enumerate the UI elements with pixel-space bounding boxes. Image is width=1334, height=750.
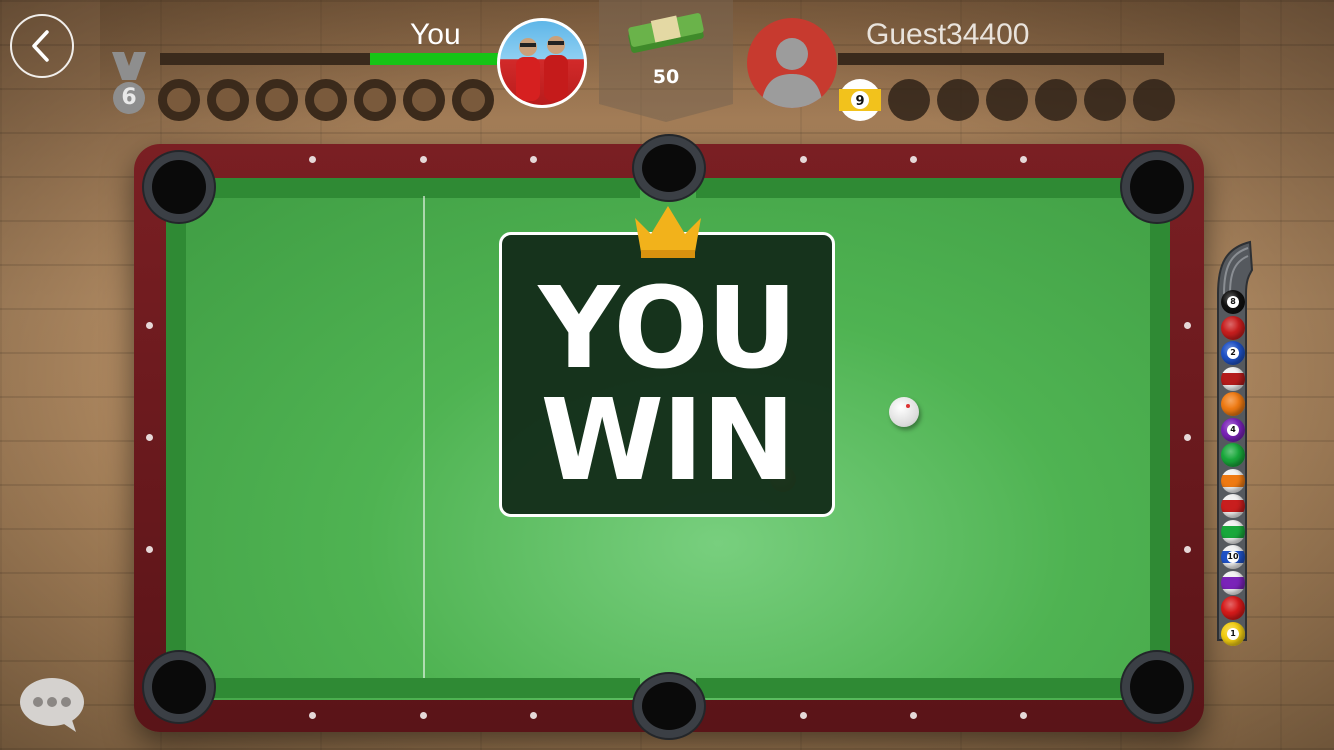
- crown-icon: [635, 206, 701, 258]
- rail-diamond: [420, 712, 427, 719]
- rack-ball: [1221, 392, 1245, 416]
- cushion-bottom-left: [204, 678, 640, 698]
- rail-diamond: [420, 156, 427, 163]
- head-string-line: [423, 196, 425, 678]
- ball-slot: [354, 79, 396, 121]
- rack-ball: [1221, 366, 1245, 391]
- stake-amount: 50: [652, 66, 680, 88]
- player-name: You: [410, 18, 461, 51]
- back-button[interactable]: [10, 14, 74, 78]
- rack-ball-number: 4: [1227, 423, 1239, 436]
- ball-slot: [305, 79, 347, 121]
- chevron-left-icon: [32, 30, 49, 62]
- cushion-right: [1150, 214, 1170, 662]
- win-text-line-2: WIN: [540, 376, 796, 506]
- rail-diamond: [910, 156, 917, 163]
- rack-ball: [1221, 494, 1245, 518]
- rail-diamond: [530, 156, 537, 163]
- opponent-name: Guest34400: [866, 18, 1030, 51]
- rail-diamond: [800, 156, 807, 163]
- pocket-top-middle: [642, 144, 696, 192]
- stake-panel: [599, 0, 733, 122]
- ball-slot: [888, 79, 930, 121]
- assigned-nine-ball: 9: [839, 79, 881, 121]
- default-user-icon: [761, 38, 823, 108]
- cushion-top-right: [696, 178, 1132, 198]
- rack-ball: [1221, 468, 1245, 493]
- ball-slot: [452, 79, 494, 121]
- win-banner: YOU WIN: [499, 232, 835, 517]
- ball-slot: [1035, 79, 1077, 121]
- opponent-ball-slots: [888, 79, 1175, 121]
- rack-ball: 2: [1221, 341, 1245, 365]
- player-ball-slots: [158, 79, 494, 121]
- rail-diamond: [800, 712, 807, 719]
- cushion-bottom-right: [696, 678, 1132, 698]
- rack-ball: 1: [1221, 621, 1245, 646]
- rack-ball: [1221, 570, 1245, 595]
- win-text-line-1: YOU: [538, 264, 797, 394]
- cue-ball[interactable]: [889, 397, 919, 427]
- pocket-bottom-middle: [642, 682, 696, 730]
- cushion-left: [166, 214, 186, 662]
- ball-slot: [158, 79, 200, 121]
- rail-diamond: [530, 712, 537, 719]
- rail-diamond: [910, 712, 917, 719]
- chat-bubble-icon[interactable]: [18, 676, 86, 734]
- rack-ball: 10: [1221, 545, 1245, 569]
- ball-slot: [403, 79, 445, 121]
- rail-diamond: [309, 712, 316, 719]
- rail-diamond: [1184, 546, 1191, 553]
- rail-diamond: [146, 434, 153, 441]
- rack-ball-number: 2: [1227, 347, 1239, 359]
- rack-ball-number: 1: [1227, 627, 1239, 640]
- pocket-top-left: [152, 160, 206, 214]
- rail-diamond: [146, 322, 153, 329]
- player-progress-bar: [160, 53, 498, 65]
- player-progress-fill: [369, 53, 498, 65]
- pocket-bottom-right: [1130, 660, 1184, 714]
- rack-ball: [1221, 596, 1245, 620]
- ball-slot: [986, 79, 1028, 121]
- ball-slot: [1084, 79, 1126, 121]
- rack-ball-number: 8: [1227, 296, 1239, 308]
- rail-diamond: [309, 156, 316, 163]
- ball-slot: [937, 79, 979, 121]
- svg-text:9: 9: [855, 94, 864, 109]
- ball-slot: [1133, 79, 1175, 121]
- opponent-avatar[interactable]: [747, 18, 837, 108]
- cushion-top-left: [204, 178, 640, 198]
- rail-diamond: [1184, 434, 1191, 441]
- rack-ball-number: 10: [1227, 551, 1239, 563]
- rack-ball: 4: [1221, 417, 1245, 442]
- player-level: 6: [113, 82, 145, 114]
- avatar-photo: [516, 36, 568, 101]
- rail-diamond: [1184, 322, 1191, 329]
- rail-diamond: [1020, 156, 1027, 163]
- rail-diamond: [1020, 712, 1027, 719]
- player-avatar[interactable]: [497, 18, 587, 108]
- rack-ball: [1221, 443, 1245, 467]
- pocket-bottom-left: [152, 660, 206, 714]
- rack-ball: [1221, 315, 1245, 340]
- ball-slot: [207, 79, 249, 121]
- rail-diamond: [146, 546, 153, 553]
- pocket-top-right: [1130, 160, 1184, 214]
- opponent-progress-bar: [838, 53, 1164, 65]
- ball-slot: [256, 79, 298, 121]
- rack-ball: 8: [1221, 290, 1245, 314]
- rack-ball: [1221, 519, 1245, 544]
